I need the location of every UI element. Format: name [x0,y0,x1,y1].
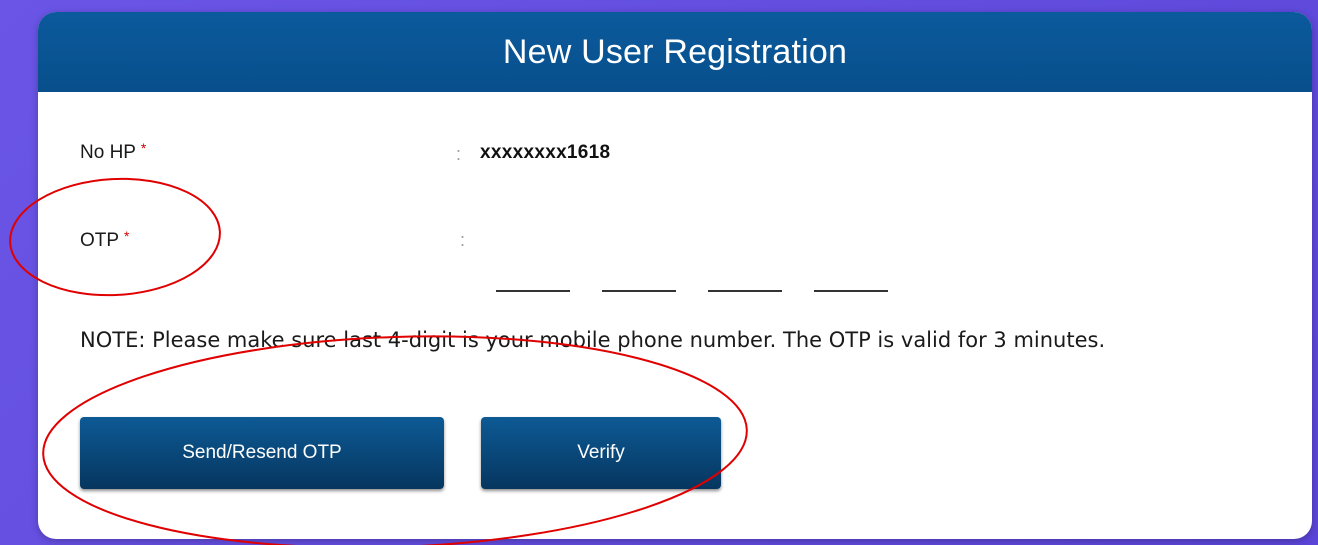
otp-note: NOTE: Please make sure last 4-digit is y… [80,328,1106,352]
phone-label: No HP [80,142,136,163]
page-title: New User Registration [502,32,848,71]
card-header: New User Registration [38,12,1312,92]
otp-digit-1[interactable] [496,268,570,292]
otp-label: OTP [80,230,119,251]
phone-colon: : [456,144,462,164]
required-mark: * [140,140,147,156]
required-mark: * [124,228,130,244]
otp-digit-3[interactable] [708,268,782,292]
otp-colon: : [460,230,466,250]
send-otp-button[interactable]: Send/Resend OTP [80,417,444,489]
otp-label-row: OTP * [80,228,130,252]
otp-digit-4[interactable] [814,268,888,292]
otp-digit-2[interactable] [602,268,676,292]
phone-label-row: No HP * [80,140,147,164]
registration-card: New User Registration No HP * : xxxxxxxx… [38,12,1312,539]
verify-button[interactable]: Verify [481,417,721,489]
phone-value: xxxxxxxx1618 [480,142,611,163]
